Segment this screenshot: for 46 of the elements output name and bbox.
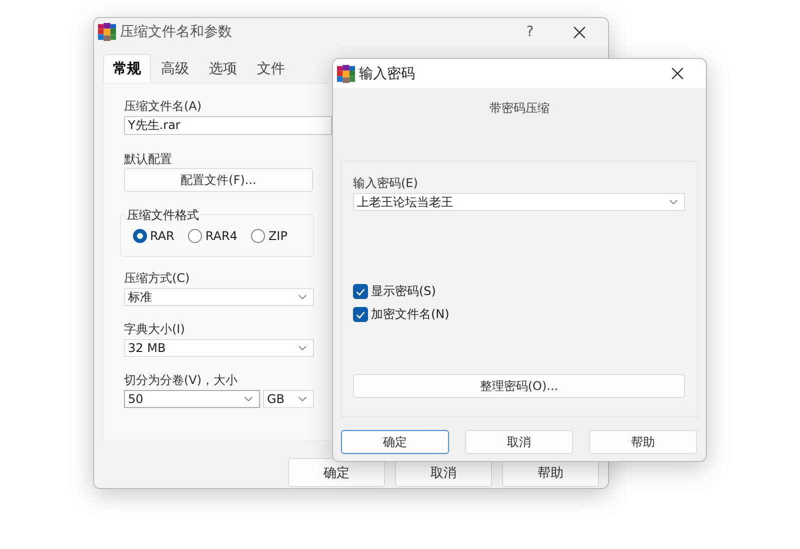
input-field[interactable]: Y先生.rar xyxy=(124,116,332,135)
close-icon[interactable] xyxy=(671,67,684,80)
radio-button[interactable] xyxy=(251,229,266,243)
chevron-down-icon xyxy=(669,199,678,205)
tab[interactable]: 常规 xyxy=(103,54,151,83)
help-button[interactable]: ? xyxy=(507,24,553,40)
window-title: 压缩文件名和参数 xyxy=(120,23,233,41)
checkbox[interactable] xyxy=(353,307,368,322)
field-label: 字典大小(I) xyxy=(124,321,185,337)
chevron-down-icon xyxy=(298,396,307,402)
field-label: 输入密码(E) xyxy=(353,175,418,191)
tab[interactable]: 文件 xyxy=(247,54,295,83)
field-label: 切分为分卷(V)，大小 xyxy=(124,372,238,388)
radio-label: ZIP xyxy=(268,229,288,243)
tab[interactable]: 选项 xyxy=(199,54,247,83)
profile-button[interactable]: 配置文件(F)... xyxy=(124,168,313,192)
dropdown[interactable]: 标准 xyxy=(124,288,314,306)
dialog-button[interactable]: 确定 xyxy=(341,430,449,454)
field-label: 压缩方式(C) xyxy=(124,270,190,286)
chevron-down-icon xyxy=(298,294,307,300)
dropdown[interactable]: 32 MB xyxy=(124,339,314,357)
field-label: 压缩文件名(A) xyxy=(124,98,202,114)
group-label: 压缩文件格式 xyxy=(125,207,201,224)
window-title: 输入密码 xyxy=(359,64,416,82)
radio-label: RAR4 xyxy=(205,229,238,243)
close-icon[interactable] xyxy=(573,26,586,38)
tab[interactable]: 高级 xyxy=(151,54,199,83)
checkbox-label: 加密文件名(N) xyxy=(371,306,450,323)
dropdown[interactable]: 50 xyxy=(124,390,260,408)
dropdown[interactable]: GB xyxy=(263,390,314,408)
books-icon xyxy=(98,23,116,41)
checkbox-label: 显示密码(S) xyxy=(371,283,436,300)
dialog-button[interactable]: 确定 xyxy=(288,458,385,487)
dropdown[interactable]: 上老王论坛当老王 xyxy=(353,193,685,211)
dialog-button[interactable]: 帮助 xyxy=(589,430,697,454)
radio-button[interactable] xyxy=(133,229,147,243)
organize-button[interactable]: 整理密码(O)... xyxy=(353,374,685,398)
dialog-button[interactable]: 取消 xyxy=(465,430,573,454)
chevron-down-icon xyxy=(244,396,253,402)
chevron-down-icon xyxy=(298,345,307,351)
checkbox[interactable] xyxy=(353,284,368,299)
dialog-subtitle: 带密码压缩 xyxy=(488,100,550,117)
radio-button[interactable] xyxy=(188,229,202,243)
field-label: 默认配置 xyxy=(124,151,172,167)
books-icon xyxy=(337,64,355,82)
radio-label: RAR xyxy=(150,229,174,243)
